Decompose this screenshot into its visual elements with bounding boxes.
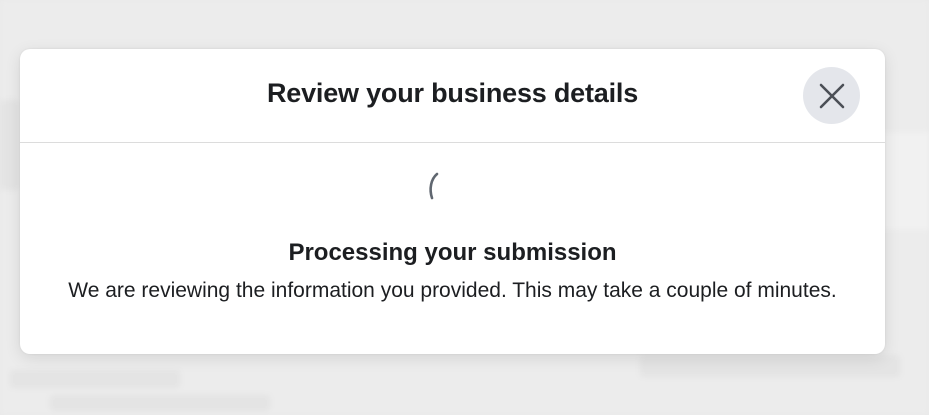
processing-title: Processing your submission xyxy=(288,239,617,266)
loading-spinner-icon xyxy=(429,172,439,200)
close-button[interactable] xyxy=(803,67,860,124)
processing-message: We are reviewing the information you pro… xyxy=(68,279,837,302)
dialog-body: Processing your submission We are review… xyxy=(20,143,885,354)
dialog-header: Review your business details xyxy=(20,49,885,143)
review-business-details-dialog: Review your business details Processing … xyxy=(20,49,885,354)
close-icon xyxy=(819,83,845,109)
dialog-title: Review your business details xyxy=(266,78,639,108)
